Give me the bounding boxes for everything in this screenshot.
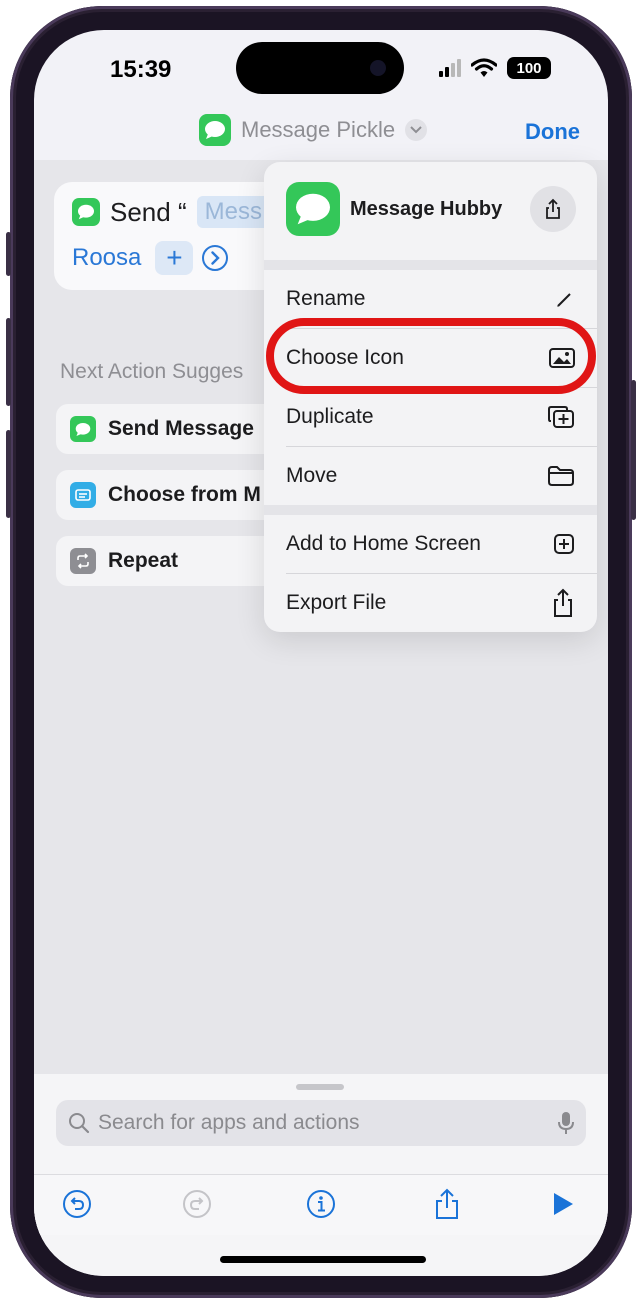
info-icon [307, 1190, 335, 1218]
search-field[interactable]: Search for apps and actions [56, 1100, 586, 1146]
add-square-icon [554, 534, 574, 554]
power-button [631, 380, 636, 520]
suggestion-label: Choose from M [108, 483, 261, 506]
messages-icon [70, 416, 96, 442]
folder-icon [548, 466, 574, 486]
menu-item-label: Add to Home Screen [286, 532, 481, 555]
undo-icon [63, 1190, 91, 1218]
chevron-right-circle-icon[interactable] [201, 244, 229, 272]
menu-item-label: Duplicate [286, 405, 374, 428]
shortcut-title: Message Pickle [241, 117, 396, 142]
search-placeholder: Search for apps and actions [98, 1111, 360, 1134]
cellular-signal-icon [439, 59, 461, 77]
status-icons: 100 [439, 56, 551, 80]
shortcut-title-button[interactable]: Message Pickle [199, 114, 428, 146]
menu-item-label: Export File [286, 591, 387, 614]
share-button[interactable] [430, 1187, 464, 1221]
home-indicator [220, 1256, 426, 1263]
messages-icon [72, 198, 100, 226]
suggestion-label: Repeat [108, 549, 179, 572]
action-verb: Send “ [110, 196, 187, 227]
menu-shortcut-name: Message Hubby [350, 198, 503, 220]
undo-button[interactable] [60, 1187, 94, 1221]
menu-item-move[interactable]: Move [264, 447, 597, 505]
info-button[interactable] [304, 1187, 338, 1221]
volume-up-button [6, 318, 11, 406]
suggestion-label: Send Message [108, 417, 254, 440]
highlight-annotation [266, 318, 596, 394]
run-button[interactable] [546, 1187, 580, 1221]
share-icon [546, 198, 560, 219]
battery-indicator: 100 [507, 57, 551, 79]
chevron-down-icon [405, 119, 428, 141]
menu-item-export-file[interactable]: Export File [264, 574, 597, 632]
volume-down-button [6, 430, 11, 518]
menu-item-label: Rename [286, 287, 366, 310]
menu-header: Message Hubby [264, 162, 597, 262]
shortcut-context-menu: Message Hubby Rename Choose Icon Duplica… [264, 162, 597, 632]
share-icon [436, 1188, 458, 1219]
repeat-icon [70, 548, 96, 574]
share-button[interactable] [530, 186, 576, 232]
dynamic-island [236, 42, 404, 94]
done-button[interactable]: Done [525, 119, 580, 145]
microphone-icon[interactable] [558, 1111, 574, 1135]
share-icon [554, 588, 572, 617]
recipient-token[interactable]: Roosa [66, 240, 147, 276]
menu-separator [264, 505, 597, 515]
menu-separator [264, 260, 597, 270]
duplicate-icon [548, 406, 574, 428]
menu-icon [70, 482, 96, 508]
message-token[interactable]: Mess [196, 196, 270, 228]
wifi-icon [471, 58, 497, 77]
sheet-grabber[interactable] [296, 1084, 344, 1090]
editor-toolbar [34, 1174, 608, 1235]
menu-item-add-to-home-screen[interactable]: Add to Home Screen [264, 515, 597, 573]
action-button [6, 232, 11, 276]
redo-button[interactable] [180, 1187, 214, 1221]
status-time: 15:39 [110, 56, 172, 83]
redo-icon [183, 1190, 211, 1218]
messages-icon [286, 182, 340, 236]
pencil-icon [557, 293, 571, 307]
actions-bottom-sheet: Search for apps and actions [34, 1074, 608, 1276]
add-recipient-button[interactable]: + [155, 241, 194, 275]
suggestions-title: Next Action Sugges [60, 360, 244, 383]
play-icon [554, 1193, 573, 1215]
messages-icon [199, 114, 231, 146]
search-icon [69, 1113, 90, 1134]
menu-item-duplicate[interactable]: Duplicate [264, 388, 597, 446]
menu-item-label: Move [286, 464, 338, 487]
screen: 15:39 100 Message Pickle Done Send “ Mes… [34, 30, 608, 1276]
